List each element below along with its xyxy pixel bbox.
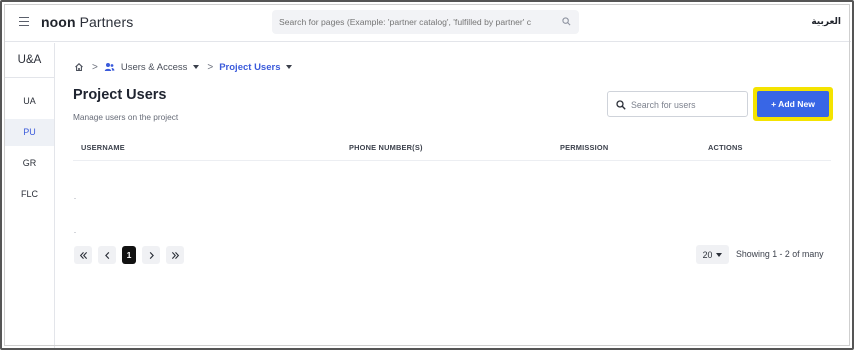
user-search: [607, 91, 748, 117]
add-new-button[interactable]: + Add New: [757, 91, 829, 117]
last-page-button[interactable]: [166, 246, 184, 264]
global-search-input[interactable]: [272, 10, 579, 34]
sidebar: U&A UA PU GR FLC: [5, 43, 55, 348]
search-icon[interactable]: [562, 17, 571, 26]
page-title: Project Users: [73, 87, 167, 103]
chevron-right-icon: [149, 251, 154, 259]
pagination-summary: Showing 1 - 2 of many: [736, 249, 824, 259]
sidebar-item-gr[interactable]: GR: [5, 150, 54, 177]
brand-bold: noon: [41, 14, 76, 30]
menu-icon[interactable]: [19, 17, 29, 26]
page-size-value: 20: [702, 249, 713, 260]
home-icon[interactable]: [74, 62, 84, 72]
sidebar-item-pu[interactable]: PU: [5, 119, 54, 146]
add-new-highlight: + Add New: [753, 87, 833, 121]
language-switch[interactable]: العربية: [811, 17, 841, 27]
column-phone-numbers[interactable]: PHONE NUMBER(S): [349, 143, 423, 152]
next-page-button[interactable]: [142, 246, 160, 264]
brand-name: Partners: [75, 14, 134, 30]
double-chevron-left-icon: [79, 251, 87, 259]
chevron-left-icon: [104, 251, 109, 259]
column-actions[interactable]: ACTIONS: [708, 143, 743, 152]
brand-logo[interactable]: noon Partners: [41, 14, 133, 30]
column-permission[interactable]: PERMISSION: [560, 143, 608, 152]
search-icon: [616, 100, 626, 110]
chevron-down-icon[interactable]: [193, 65, 200, 69]
sidebar-item-flc[interactable]: FLC: [5, 181, 54, 208]
users-icon: [104, 63, 115, 71]
app-frame: noon Partners العربية U&A UA PU GR FLC >…: [0, 0, 854, 350]
table-header: USERNAME PHONE NUMBER(S) PERMISSION ACTI…: [73, 140, 831, 161]
search-users-input[interactable]: [631, 96, 743, 113]
pagination: 1: [74, 246, 190, 264]
breadcrumb-separator: >: [207, 61, 214, 73]
sidebar-title: U&A: [5, 43, 54, 78]
breadcrumb-separator: >: [92, 61, 98, 73]
column-username[interactable]: USERNAME: [81, 143, 125, 152]
page-subtitle: Manage users on the project: [73, 112, 179, 122]
breadcrumb-current: Project Users: [219, 61, 281, 73]
chevron-down-icon[interactable]: [286, 65, 293, 69]
breadcrumb-users-access[interactable]: Users & Access: [121, 62, 188, 73]
page-number-current[interactable]: 1: [122, 246, 136, 264]
top-bar: noon Partners العربية: [5, 5, 851, 42]
empty-row-marker: [74, 198, 76, 199]
breadcrumb: > Users & Access > Project Users: [74, 60, 293, 74]
empty-row-marker: [74, 232, 76, 233]
chevron-down-icon: [716, 252, 723, 257]
double-chevron-right-icon: [171, 251, 179, 259]
sidebar-item-ua[interactable]: UA: [5, 88, 54, 115]
page-size-select[interactable]: 20: [696, 245, 729, 264]
users-table: USERNAME PHONE NUMBER(S) PERMISSION ACTI…: [73, 140, 831, 233]
first-page-button[interactable]: [74, 246, 92, 264]
prev-page-button[interactable]: [98, 246, 116, 264]
